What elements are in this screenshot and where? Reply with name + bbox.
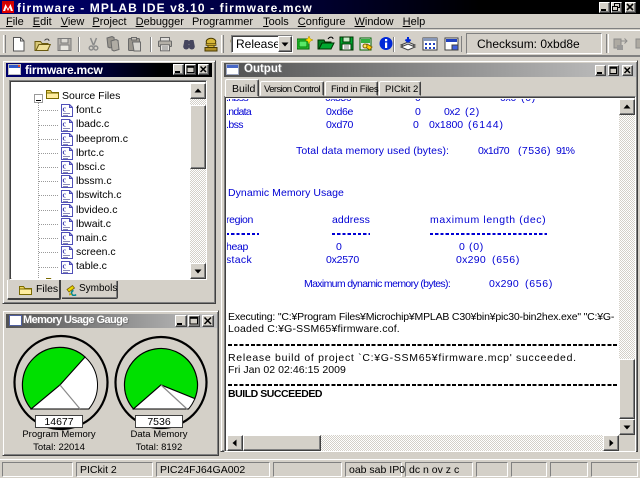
svg-text:c: c	[63, 247, 67, 256]
svg-text:c: c	[63, 162, 67, 171]
svg-text:c: c	[63, 190, 67, 199]
svg-text:c: c	[63, 147, 67, 156]
svg-text:c: c	[63, 218, 67, 227]
svg-text:c: c	[63, 133, 67, 142]
svg-text:c: c	[63, 119, 67, 128]
svg-text:c: c	[63, 261, 67, 270]
svg-text:c: c	[63, 204, 67, 213]
svg-text:c: c	[63, 176, 67, 185]
svg-text:c: c	[63, 105, 67, 114]
svg-text:c: c	[63, 233, 67, 242]
